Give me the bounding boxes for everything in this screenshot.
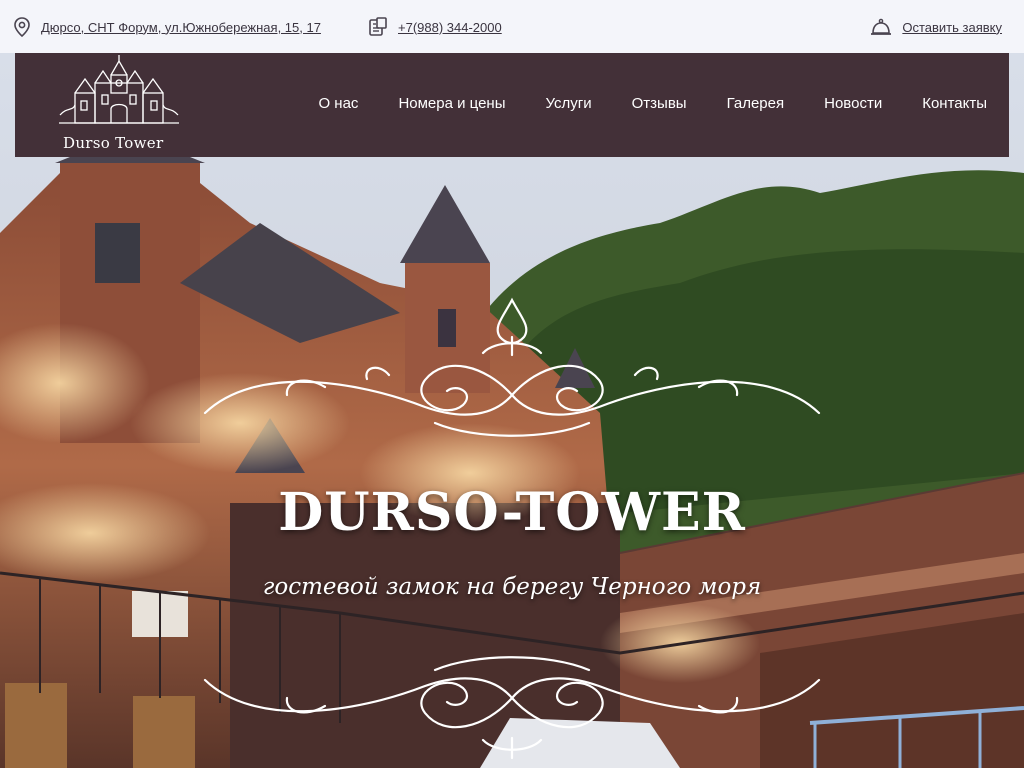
phone-link[interactable]: +7(988) 344-2000	[398, 20, 502, 35]
nav-item-gallery[interactable]: Галерея	[707, 95, 805, 112]
address-link[interactable]: Дюрсо, СНТ Форум, ул.Южнобережная, 15, 1…	[41, 20, 321, 35]
main-navbar: Durso Tower О нас Номера и цены Услуги О…	[15, 53, 1009, 157]
nav-item-contacts[interactable]: Контакты	[902, 95, 1009, 112]
bell-icon	[870, 17, 902, 37]
ornament-bottom-icon	[203, 656, 821, 760]
nav-item-services[interactable]: Услуги	[526, 95, 612, 112]
nav-item-rooms-prices[interactable]: Номера и цены	[378, 95, 525, 112]
phone-block: +7(988) 344-2000	[368, 17, 502, 37]
hero-title: DURSO-TOWER	[278, 482, 746, 543]
nav-item-reviews[interactable]: Отзывы	[612, 95, 707, 112]
address-block: Дюрсо, СНТ Форум, ул.Южнобережная, 15, 1…	[13, 17, 321, 37]
ornament-top-icon	[203, 297, 821, 437]
nav-item-news[interactable]: Новости	[804, 95, 902, 112]
castle-logo-icon	[59, 55, 179, 124]
request-link[interactable]: Оставить заявку	[902, 20, 1002, 35]
request-block: Оставить заявку	[870, 17, 1002, 37]
phone-icon	[368, 17, 398, 37]
logo-text: Durso Tower	[63, 134, 164, 152]
nav-item-about[interactable]: О нас	[298, 95, 378, 112]
map-pin-icon	[13, 17, 41, 37]
top-contact-bar: Дюрсо, СНТ Форум, ул.Южнобережная, 15, 1…	[0, 0, 1024, 53]
main-menu: О нас Номера и цены Услуги Отзывы Галере…	[298, 95, 1009, 112]
hero-subtitle: гостевой замок на берегу Черного моря	[262, 574, 762, 600]
